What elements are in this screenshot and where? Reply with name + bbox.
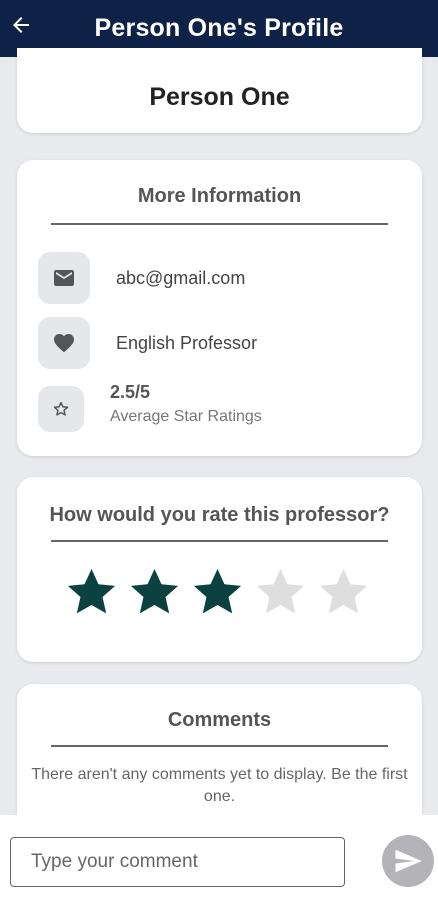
divider bbox=[51, 745, 388, 747]
rating-star-2-filled[interactable] bbox=[128, 565, 181, 618]
empty-comments-message: There aren't any comments yet to display… bbox=[31, 766, 408, 805]
role-text: English Professor bbox=[116, 332, 258, 353]
more-information-title: More Information bbox=[137, 185, 302, 207]
divider bbox=[51, 223, 388, 225]
send-icon bbox=[395, 849, 422, 873]
rating-star-4-empty[interactable] bbox=[254, 565, 307, 618]
comment-input[interactable] bbox=[10, 837, 345, 887]
rating-star-5-empty[interactable] bbox=[317, 565, 370, 618]
profile-name: Person One bbox=[149, 83, 290, 111]
rating-row: 2.5/5 Average Star Ratings bbox=[38, 382, 262, 432]
arrow-left-icon bbox=[13, 17, 29, 33]
comment-composer bbox=[0, 815, 438, 900]
rate-professor-card: How would you rate this professor? bbox=[17, 477, 422, 662]
role-row: English Professor bbox=[38, 317, 257, 369]
star-rating[interactable] bbox=[65, 565, 370, 618]
average-rating-value: 2.5/5 bbox=[110, 382, 151, 402]
heart-icon bbox=[38, 317, 90, 369]
rating-star-1-filled[interactable] bbox=[65, 565, 118, 618]
star-outline-icon bbox=[38, 386, 84, 432]
profile-name-card: Person One bbox=[17, 48, 422, 133]
back-button[interactable] bbox=[6, 10, 36, 40]
more-information-card: More Information abc@gmail.com English P… bbox=[17, 160, 422, 456]
comments-title: Comments bbox=[167, 709, 272, 731]
page-title: Person One's Profile bbox=[94, 14, 344, 42]
average-rating-label: Average Star Ratings bbox=[110, 408, 262, 425]
divider bbox=[51, 540, 388, 542]
rating-star-3-filled[interactable] bbox=[191, 565, 244, 618]
send-button[interactable] bbox=[382, 835, 434, 887]
email-row: abc@gmail.com bbox=[38, 252, 245, 304]
rate-question: How would you rate this professor? bbox=[49, 504, 390, 526]
mail-icon bbox=[38, 252, 90, 304]
email-text: abc@gmail.com bbox=[116, 267, 246, 288]
